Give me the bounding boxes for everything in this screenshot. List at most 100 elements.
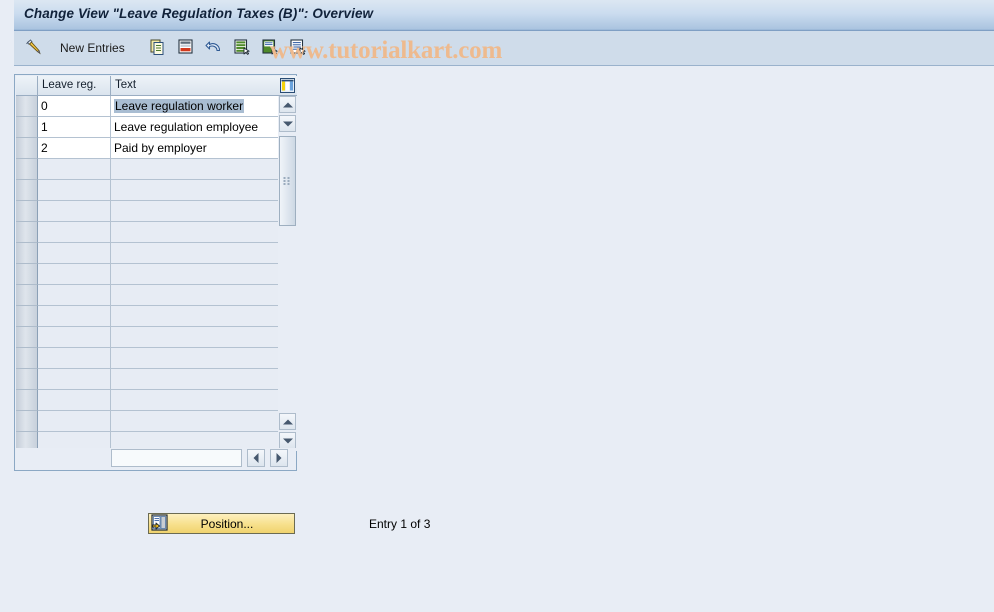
- cell-leave-reg[interactable]: [38, 390, 111, 411]
- cell-text[interactable]: [111, 222, 278, 243]
- column-header-leave-reg[interactable]: Leave reg.: [38, 76, 111, 96]
- cell-text[interactable]: [111, 390, 278, 411]
- table-row-empty[interactable]: [16, 306, 297, 327]
- table-row-empty[interactable]: [16, 201, 297, 222]
- scroll-down-button[interactable]: [279, 115, 296, 132]
- cell-text[interactable]: [111, 411, 278, 432]
- cell-leave-reg[interactable]: [38, 243, 111, 264]
- row-selector[interactable]: [16, 201, 38, 222]
- table-row-empty[interactable]: [16, 348, 297, 369]
- position-button[interactable]: Position...: [148, 513, 295, 534]
- delete-button[interactable]: [173, 35, 199, 61]
- cell-text[interactable]: Paid by employer: [111, 138, 278, 159]
- cell-leave-reg[interactable]: [38, 159, 111, 180]
- cell-text[interactable]: Leave regulation employee: [111, 117, 278, 138]
- scroll-left-button[interactable]: [247, 449, 265, 467]
- row-selector[interactable]: [16, 222, 38, 243]
- row-selector[interactable]: [16, 159, 38, 180]
- scroll-up-button[interactable]: [279, 96, 296, 113]
- row-selector[interactable]: [16, 369, 38, 390]
- cell-leave-reg[interactable]: [38, 222, 111, 243]
- table-row-empty[interactable]: [16, 222, 297, 243]
- table-row[interactable]: 2 Paid by employer: [16, 138, 297, 159]
- table-row-empty[interactable]: [16, 180, 297, 201]
- table-row[interactable]: 0 Leave regulation worker: [16, 96, 297, 117]
- table-row-empty[interactable]: [16, 243, 297, 264]
- cell-leave-reg[interactable]: [38, 180, 111, 201]
- row-selector[interactable]: [16, 327, 38, 348]
- row-selector[interactable]: [16, 117, 38, 138]
- cell-text[interactable]: [111, 201, 278, 222]
- copy-icon: [149, 38, 167, 59]
- cell-leave-reg[interactable]: [38, 348, 111, 369]
- deselect-all-icon: [261, 38, 279, 59]
- window-title-bar: Change View "Leave Regulation Taxes (B)"…: [14, 0, 994, 31]
- row-selector[interactable]: [16, 390, 38, 411]
- cell-leave-reg[interactable]: [38, 411, 111, 432]
- table-row-empty[interactable]: [16, 390, 297, 411]
- cell-leave-reg[interactable]: [38, 285, 111, 306]
- row-selector[interactable]: [16, 243, 38, 264]
- cell-leave-reg[interactable]: [38, 306, 111, 327]
- cell-text-value: Leave regulation worker: [114, 99, 245, 113]
- cell-text[interactable]: [111, 327, 278, 348]
- undo-button[interactable]: [201, 35, 227, 61]
- table-row-empty[interactable]: [16, 327, 297, 348]
- table-row-empty[interactable]: [16, 369, 297, 390]
- details-button[interactable]: [285, 35, 311, 61]
- cell-leave-reg[interactable]: [38, 201, 111, 222]
- table-row[interactable]: 1 Leave regulation employee: [16, 117, 297, 138]
- scroll-left-icon: [253, 453, 259, 463]
- cell-leave-reg[interactable]: 2: [38, 138, 111, 159]
- page-down-button[interactable]: [279, 432, 296, 449]
- cell-text[interactable]: [111, 243, 278, 264]
- page-up-button[interactable]: [279, 413, 296, 430]
- scroll-right-button[interactable]: [270, 449, 288, 467]
- horizontal-scroll-track[interactable]: [111, 449, 242, 467]
- copy-as-button[interactable]: [145, 35, 171, 61]
- cell-text[interactable]: [111, 348, 278, 369]
- overview-table-panel: Leave reg. Text 0 Leave regulation worker…: [14, 74, 297, 471]
- row-selector[interactable]: [16, 180, 38, 201]
- data-grid: Leave reg. Text 0 Leave regulation worker…: [16, 76, 297, 451]
- column-header-text[interactable]: Text: [111, 76, 278, 96]
- row-selector[interactable]: [16, 306, 38, 327]
- cell-text[interactable]: [111, 369, 278, 390]
- cell-leave-reg[interactable]: [38, 327, 111, 348]
- cell-leave-reg[interactable]: 0: [38, 96, 111, 117]
- cell-text[interactable]: Leave regulation worker: [111, 96, 278, 117]
- table-row-empty[interactable]: [16, 159, 297, 180]
- cell-text[interactable]: [111, 159, 278, 180]
- display-change-button[interactable]: [20, 35, 48, 61]
- position-icon: [151, 513, 168, 534]
- cell-leave-reg[interactable]: [38, 264, 111, 285]
- select-all-button[interactable]: [229, 35, 255, 61]
- vertical-scroll-thumb[interactable]: [279, 136, 296, 226]
- row-selector[interactable]: [16, 96, 38, 117]
- deselect-all-button[interactable]: [257, 35, 283, 61]
- cell-text[interactable]: [111, 264, 278, 285]
- new-entries-label: New Entries: [60, 41, 125, 55]
- cell-text[interactable]: [111, 180, 278, 201]
- row-selector[interactable]: [16, 348, 38, 369]
- row-selector[interactable]: [16, 285, 38, 306]
- table-settings-button[interactable]: [278, 76, 297, 96]
- cell-leave-reg[interactable]: 1: [38, 117, 111, 138]
- table-header-row: Leave reg. Text: [16, 76, 297, 96]
- entry-status-text: Entry 1 of 3: [369, 517, 431, 531]
- page-down-icon: [282, 438, 293, 443]
- row-selector[interactable]: [16, 138, 38, 159]
- row-selector[interactable]: [16, 264, 38, 285]
- cell-text[interactable]: [111, 306, 278, 327]
- table-row-empty[interactable]: [16, 264, 297, 285]
- row-selector[interactable]: [16, 411, 38, 432]
- new-entries-button[interactable]: New Entries: [50, 35, 135, 61]
- cell-leave-reg[interactable]: [38, 369, 111, 390]
- vertical-scrollbar[interactable]: [278, 96, 297, 451]
- header-select-all-cell[interactable]: [16, 76, 38, 96]
- table-row-empty[interactable]: [16, 285, 297, 306]
- horizontal-scrollbar[interactable]: [16, 448, 296, 469]
- table-row-empty[interactable]: [16, 411, 297, 432]
- cell-text[interactable]: [111, 285, 278, 306]
- scroll-grip-icon: [283, 177, 292, 185]
